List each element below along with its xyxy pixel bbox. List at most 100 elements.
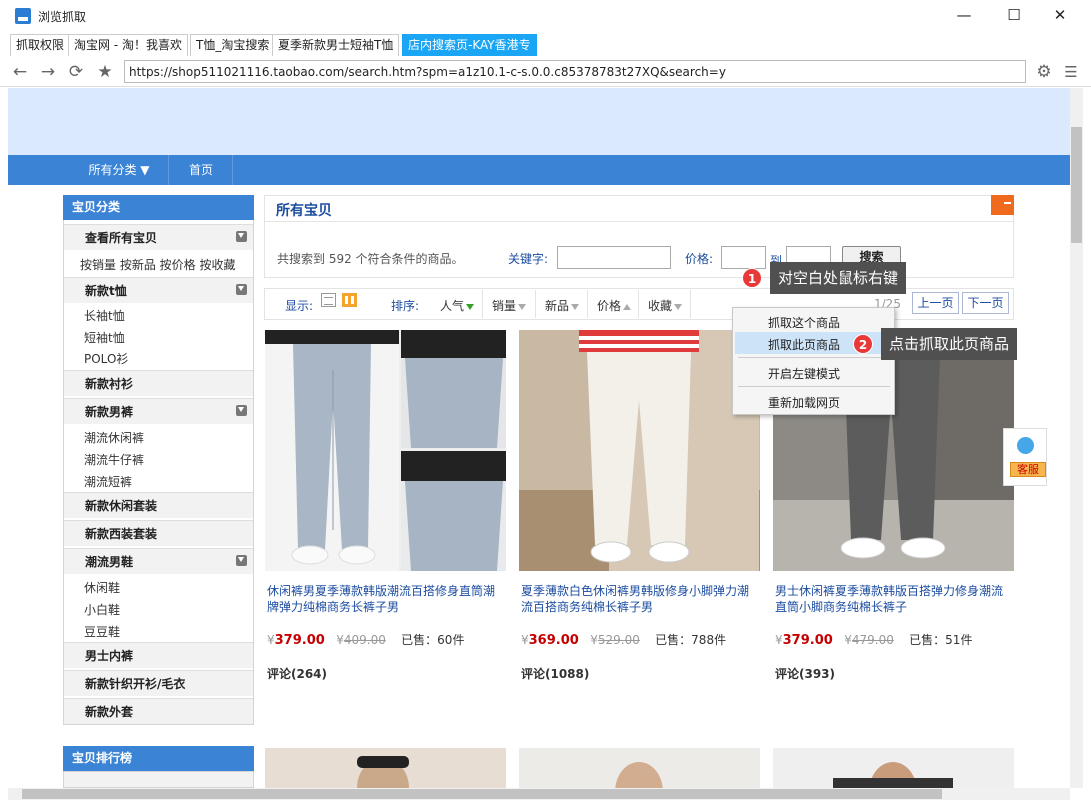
gear-icon[interactable]: ⚙ <box>1034 62 1054 82</box>
nav-all-categories-label: 所有分类 <box>88 163 137 177</box>
tab-permissions[interactable]: 抓取权限 <box>10 34 71 56</box>
subcategory-jeans[interactable]: 潮流牛仔裤 <box>84 452 144 468</box>
nav-all-categories[interactable]: 所有分类 ▼ <box>70 155 168 185</box>
review-count[interactable]: 评论(264) <box>267 665 327 682</box>
category-tshirt[interactable]: 新款t恤 <box>64 277 253 303</box>
sidebar-view-all[interactable]: 查看所有宝贝 <box>64 224 253 250</box>
nav-divider <box>232 155 233 185</box>
star-icon[interactable]: ★ <box>95 62 115 82</box>
collapse-toggle-icon[interactable] <box>236 555 247 566</box>
subcategory-long-sleeve[interactable]: 长袖t恤 <box>84 308 125 324</box>
category-outerwear[interactable]: 新款外套 <box>64 698 253 724</box>
menu-item-grab-page-products[interactable]: 抓取此页商品 <box>768 336 840 353</box>
price-label: 价格: <box>685 252 714 266</box>
price-min-input[interactable] <box>721 246 766 269</box>
product-title[interactable]: 夏季薄款白色休闲裤男韩版修身小脚弹力潮流百搭商务纯棉长裤子男 <box>521 583 757 615</box>
tab-tshirt-search[interactable]: T恤_淘宝搜索 <box>190 34 276 56</box>
menu-icon[interactable]: ☰ <box>1061 62 1081 82</box>
product-price-row: ¥379.00 ¥409.00 已售：60件 <box>267 631 464 648</box>
currency-symbol: ¥ <box>590 633 598 647</box>
original-price: 409.00 <box>343 633 386 647</box>
tab-summer-tshirt[interactable]: 夏季新款男士短袖T恤 <box>272 34 400 56</box>
prev-page-button[interactable]: 上一页 <box>912 292 959 314</box>
shop-banner <box>8 88 1070 155</box>
menu-item-left-click-mode[interactable]: 开启左键模式 <box>768 365 840 382</box>
product-image[interactable] <box>265 330 506 571</box>
category-shirt[interactable]: 新款衬衫 <box>64 370 253 396</box>
category-pants[interactable]: 新款男裤 <box>64 398 253 424</box>
sort-popularity[interactable]: 人气 <box>440 297 475 314</box>
sort-sales[interactable]: 销量 <box>492 297 527 314</box>
sort-favorites-label: 收藏 <box>648 299 673 313</box>
window-title: 浏览抓取 <box>38 10 87 24</box>
category-casual-set[interactable]: 新款休闲套装 <box>64 492 253 518</box>
subcategory-short-sleeve[interactable]: 短袖t恤 <box>84 330 125 346</box>
customer-service-button[interactable]: 客服 <box>1010 462 1046 477</box>
result-count: 共搜索到 592 个符合条件的商品。 <box>277 252 464 266</box>
subcategory-casual-pants[interactable]: 潮流休闲裤 <box>84 430 144 446</box>
display-label: 显示: <box>285 299 314 313</box>
collapse-toggle-icon[interactable] <box>236 284 247 295</box>
product-image[interactable] <box>519 330 760 571</box>
collapse-corner-icon[interactable] <box>991 195 1014 215</box>
sort-price[interactable]: 价格 <box>597 297 632 314</box>
title-bar <box>0 0 1091 32</box>
sidebar-sort-links[interactable]: 按销量 按新品 按价格 按收藏 <box>80 256 235 273</box>
sort-divider <box>482 290 483 318</box>
sort-label: 排序: <box>391 299 420 313</box>
subcategory-polo[interactable]: POLO衫 <box>84 351 128 367</box>
service-avatar-icon <box>1017 437 1034 454</box>
callout-step-2: 点击抓取此页商品 <box>881 328 1018 360</box>
product-title[interactable]: 休闲裤男夏季薄款韩版潮流百搭修身直筒潮牌弹力纯棉商务长裤子男 <box>267 583 503 615</box>
category-suit-set[interactable]: 新款西装套装 <box>64 520 253 546</box>
horizontal-scroll-thumb[interactable] <box>22 789 942 799</box>
back-arrow-icon[interactable]: ← <box>10 62 30 82</box>
address-bar[interactable] <box>124 60 1026 83</box>
review-count[interactable]: 评论(393) <box>775 665 835 682</box>
currency-symbol: ¥ <box>267 633 275 647</box>
menu-item-grab-this-product[interactable]: 抓取这个商品 <box>768 314 840 331</box>
close-button[interactable]: ✕ <box>1040 4 1080 28</box>
product-photo-grey-pants <box>265 330 506 571</box>
menu-item-reload[interactable]: 重新加载网页 <box>768 394 840 411</box>
subcategory-casual-shoes[interactable]: 休闲鞋 <box>84 580 120 596</box>
category-shoes[interactable]: 潮流男鞋 <box>64 548 253 574</box>
product-title[interactable]: 男士休闲裤夏季薄款韩版百搭弹力修身潮流直筒小脚商务纯棉长裤子 <box>775 583 1011 615</box>
sold-count: 已售：60件 <box>401 633 465 647</box>
collapse-toggle-icon[interactable] <box>236 231 247 242</box>
product-photo-partial <box>519 748 760 788</box>
next-page-button[interactable]: 下一页 <box>962 292 1009 314</box>
sidebar-title: 宝贝分类 <box>63 195 254 220</box>
nav-home[interactable]: 首页 <box>170 155 232 185</box>
grid-view-icon[interactable] <box>342 293 357 307</box>
reload-icon[interactable]: ⟳ <box>66 62 86 82</box>
category-underwear[interactable]: 男士内裤 <box>64 642 253 668</box>
product-image[interactable] <box>519 748 760 788</box>
vertical-scroll-thumb[interactable] <box>1071 127 1082 243</box>
sort-popularity-label: 人气 <box>440 299 465 313</box>
review-count[interactable]: 评论(1088) <box>521 665 589 682</box>
forward-arrow-icon[interactable]: → <box>38 62 58 82</box>
ranking-title: 宝贝排行榜 <box>63 746 254 771</box>
product-image[interactable] <box>773 748 1014 788</box>
tab-taobao[interactable]: 淘宝网 - 淘！我喜欢 <box>68 34 188 56</box>
category-knitwear[interactable]: 新款针织开衫/毛衣 <box>64 670 253 696</box>
product-image[interactable] <box>265 748 506 788</box>
collapse-toggle-icon[interactable] <box>236 405 247 416</box>
currency-symbol: ¥ <box>775 633 783 647</box>
subcategory-shorts[interactable]: 潮流短裤 <box>84 474 132 490</box>
subcategory-loafers[interactable]: 豆豆鞋 <box>84 624 120 640</box>
tab-shop-search[interactable]: 店内搜索页-KAY香港专 <box>402 34 537 56</box>
sort-divider <box>638 290 639 318</box>
menu-separator <box>738 357 890 358</box>
sort-favorites[interactable]: 收藏 <box>648 297 683 314</box>
minimize-button[interactable]: — <box>944 4 984 28</box>
list-view-icon[interactable] <box>321 293 336 307</box>
subcategory-white-shoes[interactable]: 小白鞋 <box>84 602 120 618</box>
product-photo-white-pants <box>519 330 760 571</box>
sort-new[interactable]: 新品 <box>545 297 580 314</box>
nav-divider <box>168 155 169 185</box>
keyword-input[interactable] <box>557 246 671 269</box>
maximize-button[interactable]: ☐ <box>994 4 1034 28</box>
sort-new-label: 新品 <box>545 299 570 313</box>
